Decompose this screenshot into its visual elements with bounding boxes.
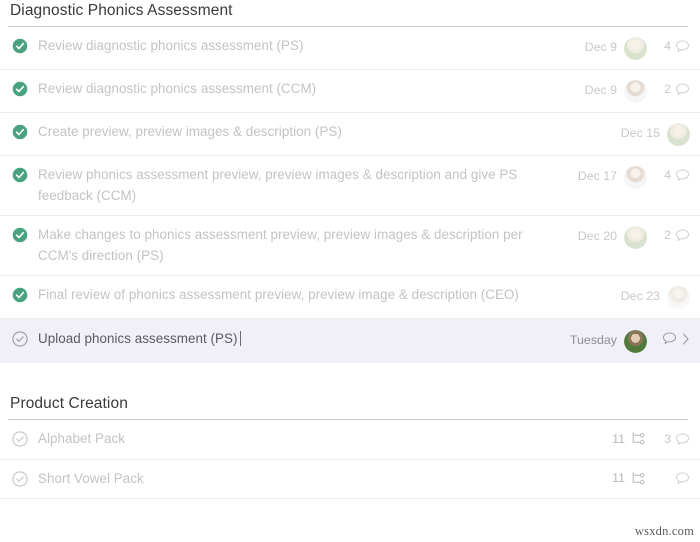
task-meta: Dec 23 xyxy=(621,285,690,309)
comment-bubble-icon xyxy=(676,471,689,484)
comment-bubble-icon xyxy=(676,432,689,445)
comment-indicator[interactable] xyxy=(660,330,690,346)
task-meta: Dec 9 2 xyxy=(585,79,690,103)
task-label: Make changes to phonics assessment previ… xyxy=(38,227,523,263)
due-date: Dec 23 xyxy=(620,289,660,303)
text-cursor xyxy=(240,331,242,346)
task-label: Review diagnostic phonics assessment (PS… xyxy=(38,38,304,53)
avatar[interactable] xyxy=(667,286,690,309)
comment-bubble-icon xyxy=(676,168,689,181)
task-list-panel: Diagnostic Phonics Assessment Review diag… xyxy=(0,0,700,541)
comment-count: 2 xyxy=(664,228,671,242)
comment-count: 4 xyxy=(664,39,671,53)
comment-bubble-icon xyxy=(676,82,689,95)
task-meta: Dec 20 2 xyxy=(578,225,690,249)
comment-bubble-icon xyxy=(676,39,689,52)
task-meta: 11 xyxy=(604,469,690,487)
check-circle-outline-icon[interactable] xyxy=(12,470,28,487)
avatar[interactable] xyxy=(624,330,647,353)
task-meta: 11 3 xyxy=(604,429,690,447)
section-header: Diagnostic Phonics Assessment xyxy=(0,0,700,27)
comment-indicator[interactable]: 2 xyxy=(660,80,690,97)
comment-indicator[interactable]: 3 xyxy=(660,430,690,447)
comment-count: 3 xyxy=(664,432,671,446)
due-date: Dec 20 xyxy=(577,229,617,243)
check-circle-outline-icon[interactable] xyxy=(12,331,28,347)
comment-indicator[interactable] xyxy=(660,470,690,486)
task-row[interactable]: Review diagnostic phonics assessment (PS… xyxy=(0,27,700,70)
task-row[interactable]: Review diagnostic phonics assessment (CC… xyxy=(0,70,700,113)
task-label: Alphabet Pack xyxy=(38,431,126,446)
check-circle-filled-icon[interactable] xyxy=(12,124,28,140)
task-row[interactable]: Make changes to phonics assessment previ… xyxy=(0,216,700,276)
subtask-branch-icon xyxy=(632,432,645,445)
comment-indicator[interactable]: 2 xyxy=(660,226,690,243)
section-title: Product Creation xyxy=(10,395,128,412)
task-row[interactable]: Upload phonics assessment (PS) Tuesday xyxy=(0,319,700,363)
task-list: Review diagnostic phonics assessment (PS… xyxy=(0,27,700,363)
due-date: Dec 9 xyxy=(584,83,617,97)
check-circle-filled-icon[interactable] xyxy=(12,167,28,183)
due-date: Tuesday xyxy=(569,333,617,347)
task-meta: Dec 17 4 xyxy=(578,165,690,189)
task-meta: Dec 15 xyxy=(621,122,690,146)
task-label: Short Vowel Pack xyxy=(38,470,144,486)
comment-count: 2 xyxy=(664,82,671,96)
chevron-right-icon xyxy=(683,332,689,345)
check-circle-filled-icon[interactable] xyxy=(12,287,28,303)
task-label: Create preview, preview images & descrip… xyxy=(38,124,342,139)
task-row[interactable]: Review phonics assessment preview, previ… xyxy=(0,156,700,216)
comment-bubble-icon xyxy=(663,332,676,345)
due-date: Dec 9 xyxy=(584,40,617,54)
section-header: Product Creation xyxy=(0,392,700,420)
check-circle-filled-icon[interactable] xyxy=(12,81,28,97)
task-meta: Dec 9 4 xyxy=(585,36,690,60)
avatar[interactable] xyxy=(624,37,647,60)
check-circle-outline-icon[interactable] xyxy=(12,431,28,447)
watermark: wsxdn.com xyxy=(634,524,694,538)
task-label: Upload phonics assessment (PS) xyxy=(38,329,570,350)
comment-count: 4 xyxy=(664,168,671,182)
avatar[interactable] xyxy=(667,123,690,146)
subtask-count[interactable]: 11 xyxy=(612,430,647,447)
task-row[interactable]: Short Vowel Pack 11 xyxy=(0,460,700,499)
task-row[interactable]: Final review of phonics assessment previ… xyxy=(0,276,700,319)
task-row[interactable]: Alphabet Pack 11 3 xyxy=(0,420,700,460)
subtask-branch-icon xyxy=(632,471,645,484)
comment-indicator[interactable]: 4 xyxy=(660,166,690,183)
due-date: Dec 15 xyxy=(620,126,660,140)
task-label: Review diagnostic phonics assessment (CC… xyxy=(38,81,317,96)
due-date: Dec 17 xyxy=(577,169,617,183)
comment-indicator[interactable]: 4 xyxy=(660,37,690,54)
task-meta: Tuesday xyxy=(570,329,690,353)
subtask-count[interactable]: 11 xyxy=(612,470,647,487)
check-circle-filled-icon[interactable] xyxy=(12,38,28,54)
avatar[interactable] xyxy=(624,80,647,103)
section-title: Diagnostic Phonics Assessment xyxy=(10,2,233,19)
task-label: Review phonics assessment preview, previ… xyxy=(38,167,518,203)
avatar[interactable] xyxy=(624,166,647,189)
check-circle-filled-icon[interactable] xyxy=(12,227,28,243)
avatar[interactable] xyxy=(624,226,647,249)
task-label: Final review of phonics assessment previ… xyxy=(38,287,519,302)
comment-bubble-icon xyxy=(676,228,689,241)
task-row[interactable]: Create preview, preview images & descrip… xyxy=(0,113,700,156)
task-list: Alphabet Pack 11 3 Short Vowel Pack 11 xyxy=(0,420,700,499)
